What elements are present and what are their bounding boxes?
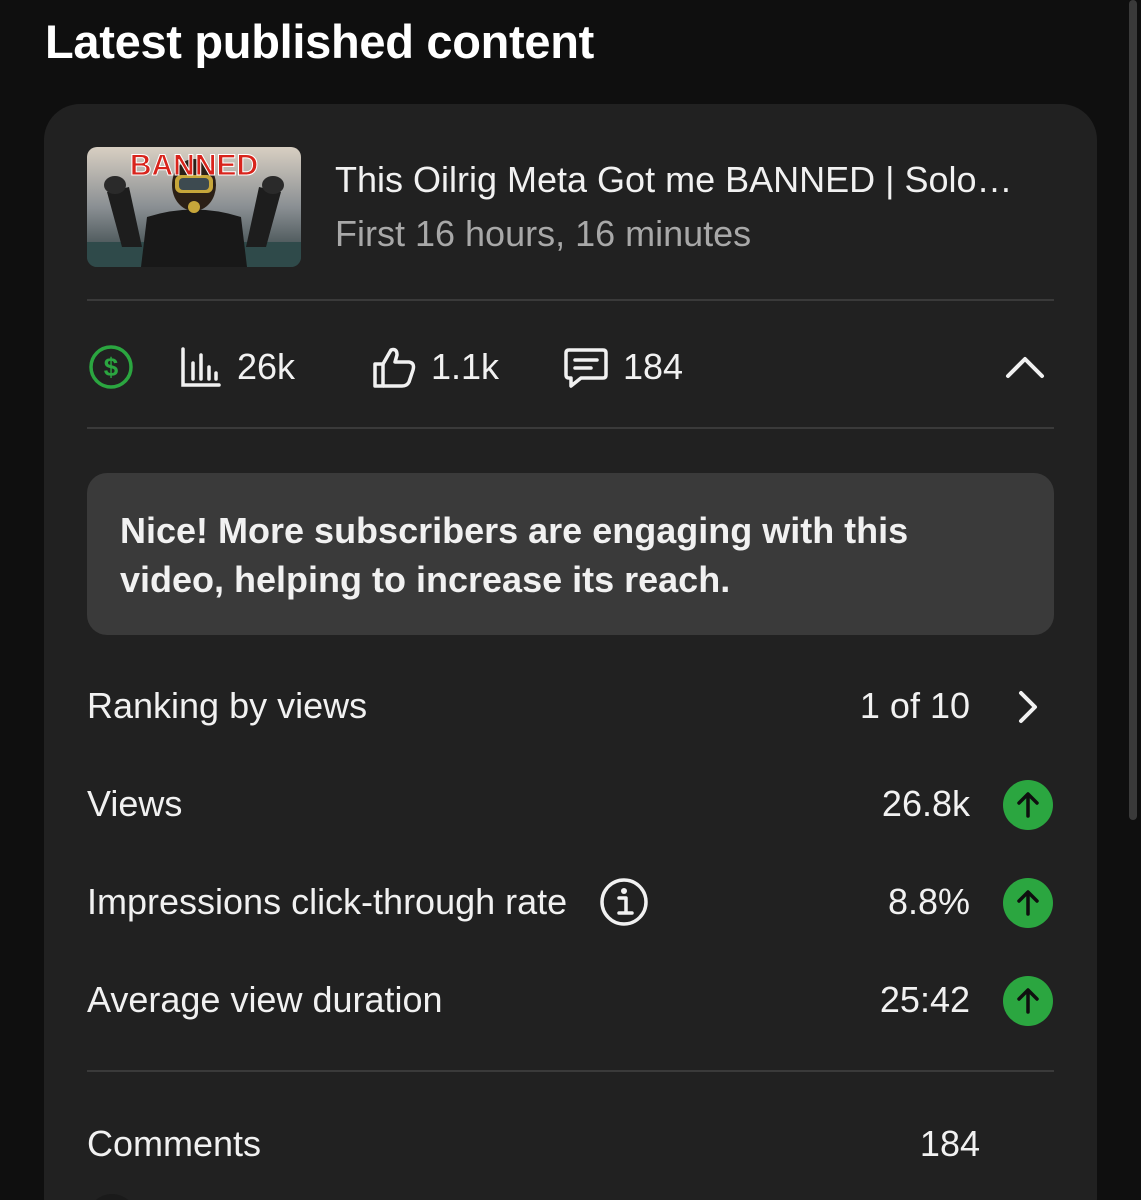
metric-label: Views xyxy=(87,783,183,824)
up-arrow-icon xyxy=(1003,976,1053,1026)
divider xyxy=(87,299,1054,301)
latest-content-card: BANNED This Oilrig Meta Got me BANNED | … xyxy=(44,104,1097,1200)
metric-label: Average view duration xyxy=(87,979,443,1020)
likes-stat[interactable]: 1.1k xyxy=(371,336,499,398)
metric-trail xyxy=(1002,975,1054,1027)
metric-trail xyxy=(1002,779,1054,831)
divider xyxy=(87,1070,1054,1072)
chevron-up-icon[interactable] xyxy=(1004,346,1046,388)
avatar[interactable] xyxy=(87,1194,137,1200)
up-arrow-icon xyxy=(1003,878,1053,928)
metric-row-views[interactable]: Views 26.8k xyxy=(87,774,1054,834)
video-text: This Oilrig Meta Got me BANNED | Solo… F… xyxy=(335,159,1013,255)
bar-chart-icon xyxy=(181,347,221,387)
metric-value: 1 of 10 xyxy=(859,685,970,726)
metric-label: Impressions click-through rate xyxy=(87,881,568,922)
metric-value: 26.8k xyxy=(881,783,970,824)
info-icon[interactable] xyxy=(599,877,649,927)
divider xyxy=(87,427,1054,429)
svg-text:$: $ xyxy=(104,352,119,382)
thumbs-up-icon xyxy=(373,347,416,388)
comments-count: 184 xyxy=(623,346,684,387)
page-title: Latest published content xyxy=(45,15,594,68)
comments-total: 184 xyxy=(919,1123,980,1164)
metric-value: 8.8% xyxy=(887,881,970,922)
chevron-right-icon[interactable] xyxy=(1013,687,1043,727)
scrollbar[interactable] xyxy=(1129,0,1137,820)
metric-trail xyxy=(1002,877,1054,929)
stats-row: $ 26k 1.1k 184 xyxy=(87,336,1054,398)
comments-row[interactable]: Comments 184 xyxy=(87,1114,1054,1174)
views-stat[interactable]: 26k xyxy=(179,336,295,398)
video-title[interactable]: This Oilrig Meta Got me BANNED | Solo… xyxy=(335,159,1013,201)
insight-text: Nice! More subscribers are engaging with… xyxy=(120,510,909,600)
metric-row-ctr[interactable]: Impressions click-through rate 8.8% xyxy=(87,872,1054,932)
video-row[interactable]: BANNED This Oilrig Meta Got me BANNED | … xyxy=(87,147,1054,267)
metric-label: Ranking by views xyxy=(87,685,368,726)
video-period: First 16 hours, 16 minutes xyxy=(335,213,752,254)
metric-row-ranking[interactable]: Ranking by views 1 of 10 xyxy=(87,676,1054,736)
views-count: 26k xyxy=(237,346,296,387)
monetization-stat[interactable]: $ xyxy=(87,336,135,398)
comment-icon xyxy=(564,348,608,388)
thumbnail-text: BANNED xyxy=(130,149,258,182)
comments-label: Comments xyxy=(87,1123,262,1164)
metric-trail xyxy=(1002,681,1054,733)
likes-count: 1.1k xyxy=(431,346,500,387)
comments-stat[interactable]: 184 xyxy=(563,336,683,398)
up-arrow-icon xyxy=(1003,780,1053,830)
insight-banner: Nice! More subscribers are engaging with… xyxy=(87,473,1054,635)
page: Latest published content BANNED This Oil… xyxy=(0,0,1141,1200)
video-thumbnail[interactable]: BANNED xyxy=(87,147,301,267)
metric-value: 25:42 xyxy=(879,979,970,1020)
dollar-icon: $ xyxy=(89,345,133,389)
metric-row-avg-duration[interactable]: Average view duration 25:42 xyxy=(87,970,1054,1030)
